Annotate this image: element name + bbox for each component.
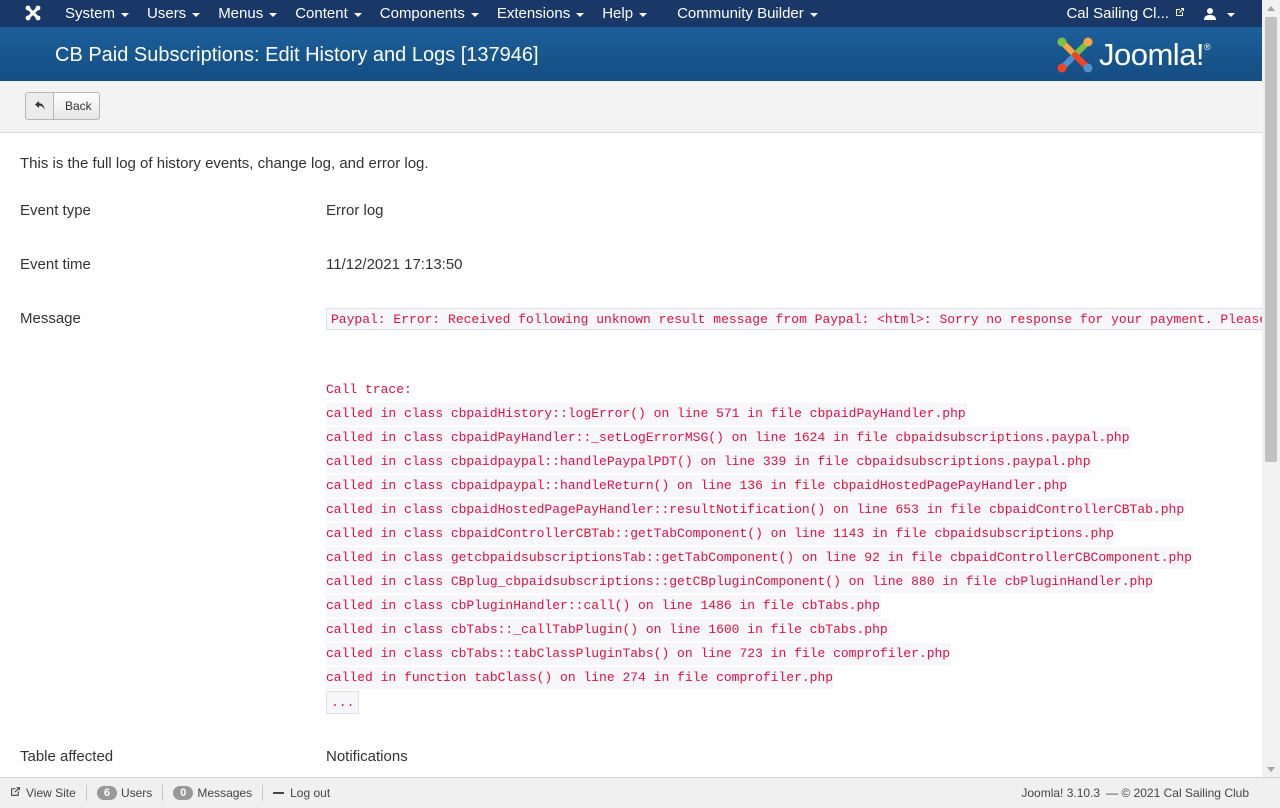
view-site-link[interactable]: View Site [10, 786, 76, 800]
back-label: Back [65, 99, 92, 113]
chevron-down-icon [576, 12, 585, 17]
view-site-label: View Site [26, 785, 76, 800]
logout-label: Log out [290, 785, 331, 800]
main-menu: System Users Menus Content Components Extensi… [56, 0, 827, 27]
table-affected-value: Notifications [326, 748, 408, 765]
admin-menubar: System Users Menus Content Components Extensi… [0, 0, 1262, 27]
call-trace: Call trace: called in class cbpaidHistor… [326, 379, 1193, 714]
menu-extensions[interactable]: Extensions [488, 0, 593, 27]
table-affected-label: Table affected [20, 748, 114, 765]
menu-content[interactable]: Content [286, 0, 371, 27]
messages-label: Messages [197, 785, 253, 800]
menu-help[interactable]: Help [593, 0, 656, 27]
joomla-wordmark: Joomla!® [1099, 37, 1211, 72]
call-trace-line: called in class cbpaidHostedPagePayHandl… [326, 499, 1186, 521]
menu-label: Menus [218, 5, 264, 22]
menu-label: Users [147, 5, 187, 22]
joomla-logo-icon [1057, 37, 1093, 73]
scrollbar-thumb[interactable] [1265, 17, 1277, 462]
call-trace-line: called in class cbTabs::_callTabPlugin()… [326, 619, 889, 641]
call-trace-header: Call trace: [326, 382, 412, 397]
menu-system[interactable]: System [56, 0, 138, 27]
back-button[interactable]: Back [25, 92, 100, 120]
users-label: Users [120, 785, 153, 800]
view-site-link[interactable]: Cal Sailing Cl... [1057, 0, 1194, 27]
chevron-down-icon [1227, 12, 1235, 17]
call-trace-line: called in class getcbpaidsubscriptionsTa… [326, 547, 1193, 569]
message-label: Message [20, 310, 81, 327]
page-title: CB Paid Subscriptions: Edit History and … [55, 44, 539, 66]
logout-link[interactable]: Log out [273, 786, 330, 800]
page-header: CB Paid Subscriptions: Edit History and … [0, 27, 1262, 81]
external-link-icon [10, 786, 21, 800]
navbar-right: Cal Sailing Cl... [1057, 0, 1244, 27]
menu-menus[interactable]: Menus [209, 0, 286, 27]
event-type-value: Error log [326, 202, 384, 219]
call-trace-line: called in function tabClass() on line 27… [326, 667, 835, 689]
user-menu[interactable] [1194, 0, 1244, 27]
divider [162, 784, 164, 801]
chevron-down-icon [639, 12, 648, 17]
menu-label: Extensions [496, 5, 571, 22]
call-trace-line: called in class CBplug_cbpaidsubscriptio… [326, 571, 1154, 593]
chevron-down-icon [809, 12, 818, 17]
menu-label: Community Builder [677, 5, 804, 22]
chevron-down-icon [269, 12, 278, 17]
joomla-version: Joomla! 3.10.3 [1021, 785, 1101, 800]
divider [85, 784, 87, 801]
user-icon [1203, 7, 1217, 21]
call-trace-line: called in class cbpaidpaypal::handleRetu… [326, 475, 1069, 497]
call-trace-ellipsis: ... [326, 691, 360, 714]
joomla-logo: Joomla!® [1056, 36, 1211, 74]
menu-label: Components [379, 5, 465, 22]
toolbar: Back [0, 81, 1262, 133]
joomla-icon[interactable] [24, 4, 42, 22]
scroll-up-arrow-icon[interactable] [1267, 6, 1275, 11]
undo-arrow-icon [26, 93, 54, 119]
call-trace-line: called in class cbPluginHandler::call() … [326, 595, 881, 617]
status-bar: View Site 6 Users 0 Messages Log out Joo… [0, 777, 1280, 808]
chevron-down-icon [192, 12, 201, 17]
messages-link[interactable]: 0 Messages [173, 785, 253, 800]
message-value: Paypal: Error: Received following unknow… [326, 308, 1262, 330]
menu-users[interactable]: Users [138, 0, 209, 27]
event-time-value: 11/12/2021 17:13:50 [326, 256, 463, 273]
chevron-down-icon [353, 12, 362, 17]
call-trace-line: called in class cbpaidpaypal::handlePayp… [326, 451, 1092, 473]
menu-label: Content [295, 5, 348, 22]
divider [262, 784, 264, 801]
menu-community-builder[interactable]: Community Builder [668, 0, 827, 27]
minus-icon [273, 791, 285, 794]
users-count-badge: 6 [96, 785, 117, 800]
vertical-scrollbar[interactable] [1262, 0, 1280, 777]
call-trace-line: called in class cbpaidPayHandler::_setLo… [326, 427, 1131, 449]
call-trace-line: called in class cbTabs::tabClassPluginTa… [326, 643, 952, 665]
users-link[interactable]: 6 Users [96, 785, 153, 800]
scroll-down-arrow-icon[interactable] [1267, 767, 1275, 772]
event-time-label: Event time [20, 256, 91, 273]
menu-components[interactable]: Components [371, 0, 488, 27]
copyright: — © 2021 Cal Sailing Club [1106, 785, 1249, 800]
site-name: Cal Sailing Cl... [1066, 5, 1169, 22]
external-link-icon [1175, 7, 1185, 20]
event-type-label: Event type [20, 202, 91, 219]
chevron-down-icon [121, 12, 130, 17]
chevron-down-icon [470, 12, 479, 17]
call-trace-line: called in class cbpaidControllerCBTab::g… [326, 523, 1115, 545]
main-content: This is the full log of history events, … [0, 133, 1262, 777]
menu-label: Help [602, 5, 634, 22]
messages-count-badge: 0 [173, 785, 194, 800]
intro-text: This is the full log of history events, … [20, 155, 429, 172]
menu-label: System [65, 5, 116, 22]
call-trace-line: called in class cbpaidHistory::logError(… [326, 403, 967, 425]
